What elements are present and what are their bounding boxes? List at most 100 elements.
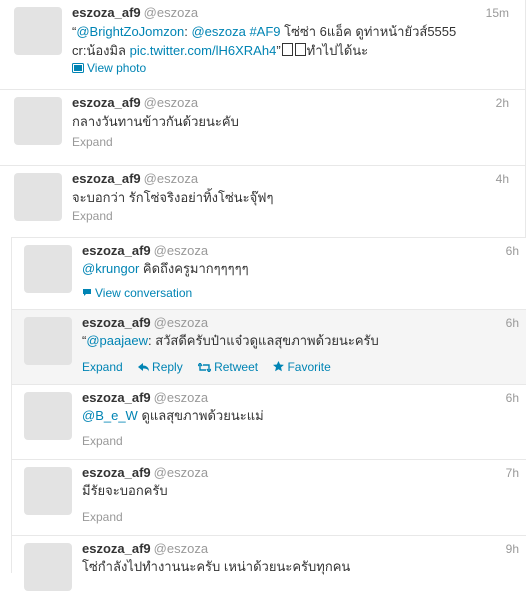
tweet-fullname[interactable]: eszoza_af9 [72,171,141,186]
tweet-item[interactable]: eszoza_af9 @eszoza 4h จะบอกว่า รักโซ่จริง… [0,166,526,237]
tweet-text: @B_e_W ดูแลสุขภาพด้วยนะแม่ [82,406,264,425]
tweet-actions: Expand [82,510,135,524]
tweet-fullname[interactable]: eszoza_af9 [82,243,151,258]
photo-link[interactable]: pic.twitter.com/lH6XRAh4 [130,43,277,58]
tweet-text: “@paajaew: สวัสดีครับป๋าแจ๋วดูแลสุขภาพด้… [82,331,379,350]
text-span: ” [276,43,281,58]
tweet-username[interactable]: @eszoza [144,171,198,186]
tweet-username[interactable]: @eszoza [154,465,208,480]
view-conversation-link[interactable]: View conversation [82,286,192,300]
avatar[interactable] [24,317,72,365]
tweet-timestamp[interactable]: 4h [496,172,509,186]
tweet-timestamp[interactable]: 2h [496,96,509,110]
avatar[interactable] [24,467,72,515]
tweet-timestamp[interactable]: 15m [486,6,509,20]
text-span: cr:น้องมิล [72,43,130,58]
tweet-username[interactable]: @eszoza [154,315,208,330]
avatar[interactable] [24,543,72,591]
tweet-text: โซ่กำลังไปทำงานนะครับ เหน่าด้วยนะครับทุก… [82,557,350,576]
mention-link[interactable]: @eszoza [191,24,245,39]
expand-button[interactable]: Expand [72,209,113,223]
tweet-timestamp[interactable]: 6h [506,391,519,405]
tweet-timestamp[interactable]: 9h [506,542,519,556]
tweet-username[interactable]: @eszoza [144,5,198,20]
tweet-item[interactable]: eszoza_af9 @eszoza 6h “@paajaew: สวัสดีคร… [11,310,526,385]
unsupported-glyph-icon [281,43,293,56]
tweet-item[interactable]: eszoza_af9 @eszoza 15m “@BrightZoJomzon: … [0,0,526,90]
mention-link[interactable]: @krungor [82,261,139,276]
tweet-fullname[interactable]: eszoza_af9 [72,5,141,20]
mention-link[interactable]: @BrightZoJomzon [76,24,184,39]
tweet-timestamp[interactable]: 7h [506,466,519,480]
text-span: กลางวันทานข้าวกันด้วยนะคับ [72,114,239,129]
tweet-fullname[interactable]: eszoza_af9 [82,390,151,405]
tweet-fullname[interactable]: eszoza_af9 [82,465,151,480]
tweet-timestamp[interactable]: 6h [506,316,519,330]
favorite-label: Favorite [287,360,331,374]
tweet-header: eszoza_af9 @eszoza [82,541,208,556]
text-span: โซ่ซ่า 6แอ็ค ดูท่าหน้ายัวส์5555 [280,24,457,39]
text-span: มีรัยจะบอกครับ [82,483,168,498]
avatar[interactable] [14,7,62,55]
tweet-fullname[interactable]: eszoza_af9 [72,95,141,110]
text-span: ดูแลสุขภาพด้วยนะแม่ [137,408,264,423]
retweet-icon [197,360,212,374]
avatar[interactable] [24,392,72,440]
tweet-header: eszoza_af9 @eszoza [72,5,198,20]
tweet-timestamp[interactable]: 6h [506,244,519,258]
view-photo-link[interactable]: View photo [72,61,146,75]
tweet-item[interactable]: eszoza_af9 @eszoza 6h @krungor คิดถึงครูม… [11,237,526,310]
tweet-text: จะบอกว่า รักโซ่จริงอย่าทิ้งโซ่นะจุ๊ฟๆ [72,188,273,207]
text-span: โซ่กำลังไปทำงานนะครับ เหน่าด้วยนะครับทุก… [82,559,351,574]
mention-link[interactable]: @paajaew [86,333,148,348]
tweet-username[interactable]: @eszoza [154,541,208,556]
hashtag-link[interactable]: #AF9 [249,24,280,39]
retweet-button[interactable]: Retweet [197,360,259,374]
tweet-item[interactable]: eszoza_af9 @eszoza 2h กลางวันทานข้าวกันด้… [0,90,526,166]
tweet-header: eszoza_af9 @eszoza [82,465,208,480]
tweet-item[interactable]: eszoza_af9 @eszoza 9h โซ่กำลังไปทำงานนะคร… [11,536,526,591]
tweet-header: eszoza_af9 @eszoza [82,390,208,405]
tweet-text: มีรัยจะบอกครับ [82,481,168,500]
tweet-text: @krungor คิดถึงครูมากๆๆๆๆๆ [82,259,249,278]
tweet-actions: Expand Reply Retweet Favorite [82,360,343,374]
tweet-header: eszoza_af9 @eszoza [82,315,208,330]
favorite-button[interactable]: Favorite [273,360,331,374]
tweet-actions: Expand [72,135,125,149]
reply-icon [138,360,150,374]
tweet-actions: View conversation [82,286,204,300]
photo-icon [72,61,84,75]
tweet-text: กลางวันทานข้าวกันด้วยนะคับ [72,112,239,131]
tweet-username[interactable]: @eszoza [144,95,198,110]
tweet-username[interactable]: @eszoza [154,243,208,258]
tweet-actions: View photo [72,61,158,75]
tweet-header: eszoza_af9 @eszoza [72,171,198,186]
expand-button[interactable]: Expand [82,360,123,374]
tweet-header: eszoza_af9 @eszoza [72,95,198,110]
avatar[interactable] [14,173,62,221]
text-span: ทำไปได้นะ [306,43,369,58]
expand-button[interactable]: Expand [82,434,123,448]
text-span: จะบอกว่า รักโซ่จริงอย่าทิ้งโซ่นะจุ๊ฟๆ [72,190,274,205]
tweet-username[interactable]: @eszoza [154,390,208,405]
tweet-text: “@BrightZoJomzon: @eszoza #AF9 โซ่ซ่า 6แ… [72,22,456,60]
view-photo-label: View photo [87,61,147,75]
reply-label: Reply [152,360,183,374]
tweet-header: eszoza_af9 @eszoza [82,243,208,258]
text-span: คิดถึงครูมากๆๆๆๆๆ [139,261,249,276]
tweet-fullname[interactable]: eszoza_af9 [82,315,151,330]
tweet-fullname[interactable]: eszoza_af9 [82,541,151,556]
tweet-text-line: “@BrightZoJomzon: @eszoza #AF9 โซ่ซ่า 6แ… [72,22,456,41]
tweet-item[interactable]: eszoza_af9 @eszoza 6h @B_e_W ดูแลสุขภาพด้… [11,385,526,460]
expand-button[interactable]: Expand [82,510,123,524]
speech-bubble-icon [82,286,92,300]
view-conversation-label: View conversation [95,286,193,300]
avatar[interactable] [24,245,72,293]
expand-button[interactable]: Expand [72,135,113,149]
avatar[interactable] [14,97,62,145]
tweet-text-line: cr:น้องมิล pic.twitter.com/lH6XRAh4” ทำไป… [72,41,456,60]
reply-button[interactable]: Reply [138,360,183,374]
retweet-label: Retweet [214,360,259,374]
mention-link[interactable]: @B_e_W [82,408,138,423]
tweet-item[interactable]: eszoza_af9 @eszoza 7h มีรัยจะบอกครับ Expa… [11,460,526,536]
